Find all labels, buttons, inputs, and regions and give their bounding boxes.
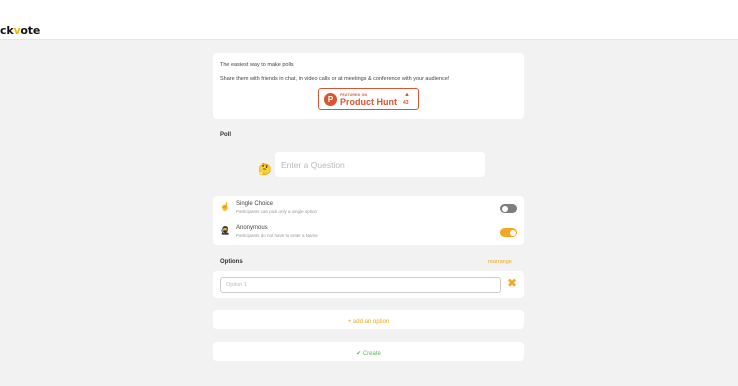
poll-section-label: Poll: [220, 132, 232, 138]
intro-tagline: The easiest way to make polls: [220, 62, 294, 68]
add-option-label: + add an option: [347, 319, 390, 325]
upvote-count: 43: [403, 100, 409, 106]
single-choice-toggle[interactable]: [500, 204, 517, 213]
thinking-face-icon: 🤔: [258, 164, 272, 176]
create-button[interactable]: ✔ Create: [213, 342, 524, 361]
setting-subtitle: Participants do not have to enter a Name: [236, 233, 318, 238]
toggle-knob: [501, 205, 508, 212]
setting-anonymous: 🥷 Anonymous Participants do not have to …: [213, 220, 524, 244]
logo-suffix: ote: [20, 24, 41, 37]
question-input[interactable]: [275, 152, 485, 177]
intro-description: Share them with friends in chat, in vide…: [220, 76, 450, 82]
product-hunt-name: Product Hunt: [340, 97, 397, 107]
add-option-button[interactable]: + add an option: [213, 310, 524, 329]
logo-prefix: ck: [0, 24, 14, 37]
setting-single-choice: ☝️ Single Choice Participants can pick o…: [213, 196, 524, 220]
pointing-up-icon: ☝️: [220, 202, 230, 211]
setting-subtitle: Participants can pick only a single opti…: [236, 209, 318, 214]
poll-settings-card: ☝️ Single Choice Participants can pick o…: [213, 196, 524, 245]
top-bar: ckvote: [0, 0, 738, 40]
setting-title: Single Choice: [236, 201, 274, 207]
remove-option-icon[interactable]: ✖: [507, 276, 517, 290]
product-hunt-badge[interactable]: P FEATURED ON Product Hunt ▲ 43: [318, 88, 419, 110]
ninja-icon: 🥷: [220, 226, 230, 235]
create-label: ✔ Create: [356, 351, 381, 357]
option-input[interactable]: [220, 277, 501, 293]
intro-card: The easiest way to make polls Share them…: [213, 53, 524, 119]
rearrange-link[interactable]: rearrange: [488, 259, 512, 265]
app-logo[interactable]: ckvote: [0, 24, 40, 37]
setting-title: Anonymous: [236, 225, 268, 231]
option-row: ✖: [213, 271, 524, 298]
toggle-knob: [509, 229, 516, 236]
anonymous-toggle[interactable]: [500, 228, 517, 237]
options-section-label: Options: [220, 259, 243, 265]
upvote-arrow-icon: ▲: [404, 92, 410, 98]
product-hunt-logo-icon: P: [324, 93, 337, 106]
